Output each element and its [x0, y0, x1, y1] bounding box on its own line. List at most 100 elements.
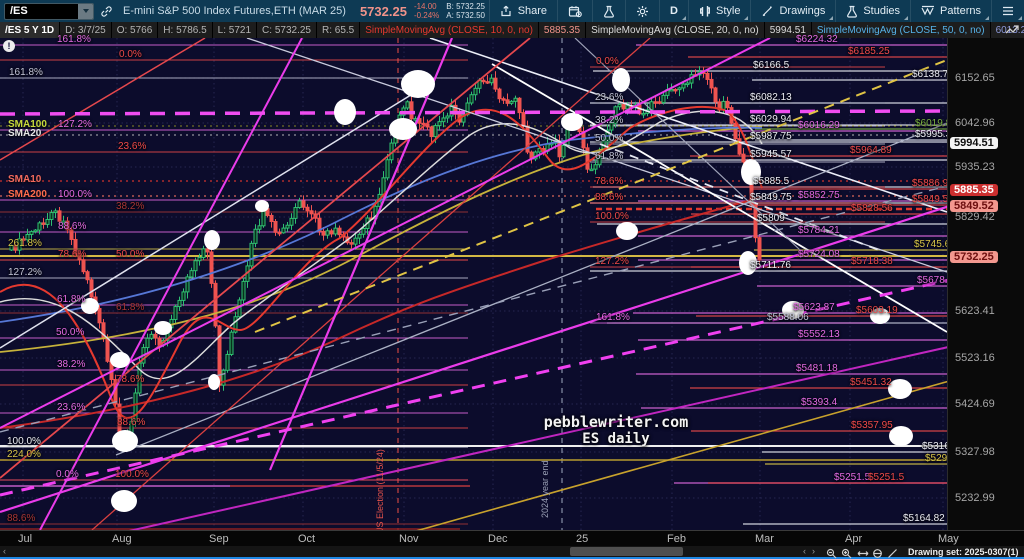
- price-tick: 5327.98: [955, 446, 995, 458]
- price-level-label: $5251.5: [834, 472, 871, 483]
- fib-percent-label: 50.0%: [595, 133, 624, 144]
- fib-percent-label: 50.0%: [56, 327, 85, 338]
- price-bubble: 5885.35: [950, 184, 998, 196]
- fib-percent-label: 0.0%: [119, 49, 142, 60]
- time-tick: Nov: [399, 533, 419, 545]
- sma-tag: SMA200: [8, 189, 47, 200]
- fib-percent-label: 38.2%: [57, 359, 86, 370]
- fib-percent-label: 78.6%: [58, 249, 87, 260]
- zoom-in-icon[interactable]: [841, 546, 853, 559]
- draw-mode-icon[interactable]: [887, 546, 899, 558]
- price-level-label: $6224.32: [796, 34, 838, 45]
- price-level-label: $5603.19: [856, 305, 898, 316]
- trading-app-window: /ES E-mini S&P 500 Index Futures,ETH (MA…: [0, 0, 1024, 559]
- price-level-label: $5251.5: [868, 472, 905, 483]
- scrollbar-thumb[interactable]: [570, 547, 683, 556]
- scroll-left-button[interactable]: ‹: [3, 546, 6, 557]
- time-axis[interactable]: Jul Aug Sep Oct Nov Dec 25 Feb Mar Apr May: [0, 530, 1024, 547]
- time-tick: Mar: [755, 533, 774, 545]
- fib-percent-label: 50.0%: [116, 249, 145, 260]
- alert-icon[interactable]: !: [3, 40, 15, 52]
- price-level-label: $5964.89: [850, 145, 892, 156]
- fib-percent-label: 161.8%: [596, 312, 630, 323]
- price-tick: 5935.23: [955, 161, 995, 173]
- fib-percent-label: 23.6%: [595, 92, 624, 103]
- price-level-label: $6016.29: [798, 120, 840, 131]
- fib-percent-label: 61.8%: [116, 302, 145, 313]
- price-bubble: 5732.25: [950, 251, 998, 263]
- election-annotation: US Election (11/5/24): [375, 449, 385, 534]
- time-tick: Sep: [209, 533, 229, 545]
- fib-percent-label: 100.0%: [58, 189, 92, 200]
- fib-percent-label: 127.2%: [58, 119, 92, 130]
- price-level-label: $5885.5: [753, 176, 790, 187]
- fib-percent-label: 38.2%: [116, 201, 145, 212]
- fib-percent-label: 127.2%: [8, 267, 42, 278]
- price-tick: 6042.96: [955, 117, 995, 129]
- price-level-label: $5588.06: [767, 312, 809, 323]
- time-tick: Oct: [298, 533, 316, 545]
- time-tick: May: [938, 533, 959, 545]
- price-axis[interactable]: 6152.65 6042.96 5935.23 5829.42 5623.41 5523.…: [947, 38, 1024, 530]
- price-level-label: $5711.76: [750, 260, 791, 271]
- price-tick: 5623.41: [955, 305, 995, 317]
- fib-percent-label: 0.0%: [56, 469, 79, 480]
- price-level-label: $5849.75: [750, 192, 792, 203]
- price-level-label: $5945.57: [750, 149, 792, 160]
- price-level-label: $5164.82: [903, 513, 945, 524]
- sma-tag: SMA20: [8, 128, 42, 139]
- price-level-label: $5987.75: [750, 131, 792, 142]
- price-level-label: $5451.32: [850, 377, 892, 388]
- fib-percent-label: 88.6%: [117, 417, 146, 428]
- time-tick: Jul: [18, 533, 33, 545]
- zoom-out-icon[interactable]: [826, 546, 838, 559]
- price-bubble: 5849.52: [950, 200, 998, 212]
- fib-percent-label: 224.0%: [7, 449, 41, 460]
- fib-percent-label: 100.0%: [7, 436, 41, 447]
- price-level-label: $5718.38: [851, 256, 893, 267]
- price-level-label: $6185.25: [848, 46, 890, 57]
- fib-percent-label: 61.8%: [595, 151, 624, 162]
- pan-icon[interactable]: [857, 546, 869, 557]
- reset-view-icon[interactable]: [872, 546, 884, 558]
- fib-percent-label: 127.2%: [595, 256, 629, 267]
- price-tick: 6152.65: [955, 72, 995, 84]
- price-level-label: $5393.4: [801, 397, 838, 408]
- fib-percent-label: 78.6%: [595, 176, 624, 187]
- price-tick: 5232.99: [955, 492, 995, 504]
- time-tick: Dec: [488, 533, 508, 545]
- fib-percent-label: 23.6%: [57, 402, 86, 413]
- price-level-label: $6029.94: [750, 114, 792, 125]
- price-tick: 5829.42: [955, 211, 995, 223]
- price-level-label: $5784.21: [798, 225, 840, 236]
- fib-percent-label: 23.6%: [118, 141, 147, 152]
- fib-percent-label: 0.0%: [596, 56, 619, 67]
- price-level-label: $5552.13: [798, 329, 840, 340]
- fib-percent-label: 88.6%: [58, 221, 87, 232]
- fib-percent-label: 61.8%: [57, 294, 86, 305]
- price-level-label: $5481.18: [796, 363, 838, 374]
- price-level-label: $6166.5: [753, 60, 790, 71]
- price-level-label: $5852.75: [798, 190, 840, 201]
- fib-percent-label: 100.0%: [595, 211, 629, 222]
- price-tick: 5424.69: [955, 398, 995, 410]
- time-tick: Apr: [845, 533, 863, 545]
- price-level-label: $5809: [757, 213, 785, 224]
- time-tick: Feb: [667, 533, 686, 545]
- drawing-set-label[interactable]: Drawing set: 2025-0307(1): [908, 547, 1019, 557]
- price-level-label: $6082.13: [750, 92, 792, 103]
- fib-percent-label: 88.6%: [595, 192, 624, 203]
- price-level-label: $5828.56: [851, 203, 893, 214]
- page-right-button[interactable]: ›: [812, 546, 815, 557]
- price-level-label: $5357.95: [851, 420, 893, 431]
- watermark: pebblewriter.com ES daily: [543, 413, 689, 447]
- time-tick: Aug: [112, 533, 132, 545]
- price-tick: 5523.16: [955, 352, 995, 364]
- fib-percent-label: 261.8%: [8, 238, 42, 249]
- scrollbar-row: ‹ ‹ › Drawing set: 2025-0307(1): [0, 546, 1024, 559]
- fib-percent-label: 38.2%: [595, 115, 624, 126]
- page-left-button[interactable]: ‹: [803, 546, 806, 557]
- fib-percent-label: 78.6%: [116, 374, 145, 385]
- price-bubble: 5994.51: [950, 137, 998, 149]
- sma-tag: SMA10: [8, 174, 42, 185]
